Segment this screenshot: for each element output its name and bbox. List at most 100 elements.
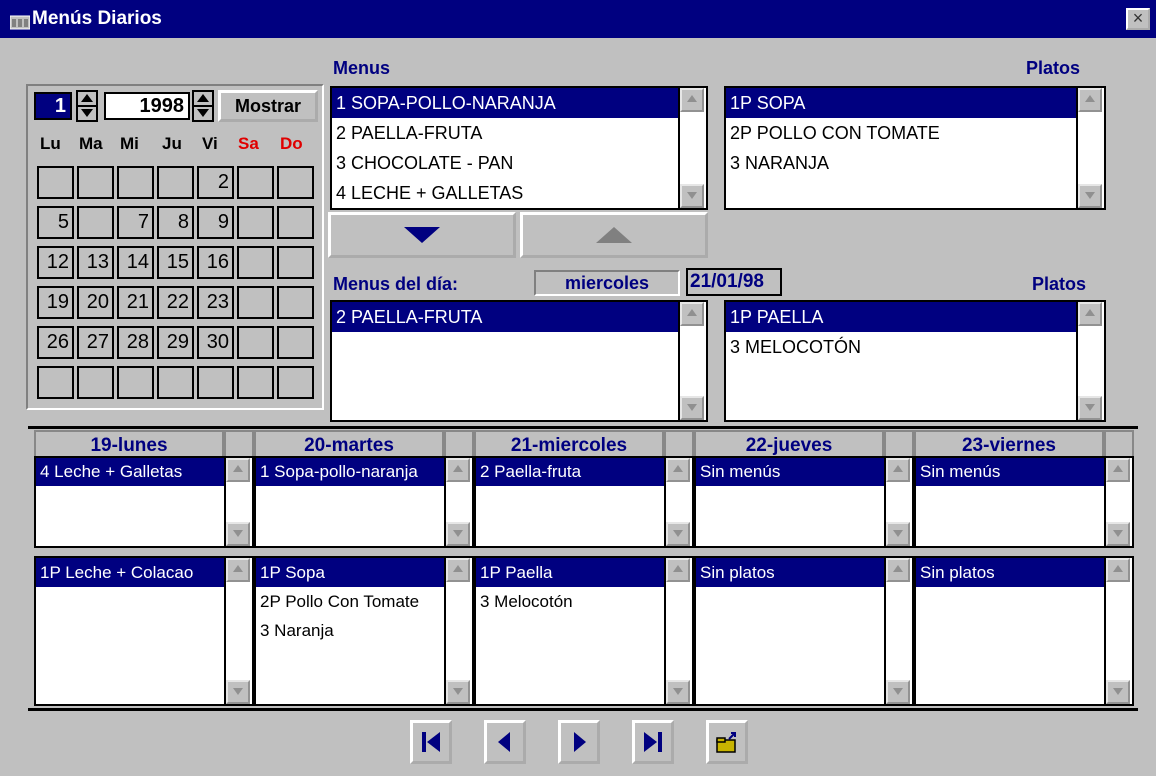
day-platos-list[interactable]: 1P Leche + Colacao <box>34 556 254 706</box>
list-item[interactable]: Sin platos <box>696 558 884 587</box>
scroll-down-button[interactable] <box>446 522 470 546</box>
scrollbar[interactable] <box>678 302 706 420</box>
scroll-up-button[interactable] <box>226 558 250 582</box>
calendar-day-cell[interactable]: 14 <box>117 246 154 279</box>
calendar-day-cell[interactable] <box>157 366 194 399</box>
day-menus-list[interactable]: Sin menús <box>694 456 914 548</box>
calendar-day-cell[interactable]: 5 <box>37 206 74 239</box>
scrollbar[interactable] <box>884 458 912 546</box>
scrollbar[interactable] <box>224 458 252 546</box>
month-spinner[interactable] <box>76 90 98 122</box>
year-field[interactable]: 1998 <box>104 92 190 120</box>
calendar-day-cell[interactable]: 20 <box>77 286 114 319</box>
scroll-down-button[interactable] <box>226 522 250 546</box>
calendar-day-cell[interactable] <box>277 286 314 319</box>
scrollbar[interactable] <box>1104 458 1132 546</box>
scroll-up-button[interactable] <box>666 558 690 582</box>
spin-down-icon[interactable] <box>78 105 96 120</box>
scroll-up-button[interactable] <box>446 458 470 482</box>
list-item[interactable]: 1 Sopa-pollo-naranja <box>256 458 444 486</box>
scrollbar[interactable] <box>1076 88 1104 208</box>
calendar-day-cell[interactable]: 28 <box>117 326 154 359</box>
platos-list[interactable]: 1P SOPA 2P POLLO CON TOMATE 3 NARANJA <box>724 86 1106 210</box>
menus-dia-list[interactable]: 2 PAELLA-FRUTA <box>330 300 708 422</box>
scrollbar[interactable] <box>444 558 472 704</box>
scroll-up-button[interactable] <box>1106 558 1130 582</box>
list-item[interactable]: Sin menús <box>916 458 1104 486</box>
calendar-day-cell[interactable]: 29 <box>157 326 194 359</box>
list-item[interactable]: 1P Sopa <box>256 558 444 587</box>
calendar-day-cell[interactable]: 12 <box>37 246 74 279</box>
calendar-day-cell[interactable]: 26 <box>37 326 74 359</box>
list-item[interactable]: 2 PAELLA-FRUTA <box>332 302 678 332</box>
scroll-up-button[interactable] <box>666 458 690 482</box>
calendar-day-cell[interactable] <box>157 166 194 199</box>
calendar-day-cell[interactable]: 15 <box>157 246 194 279</box>
calendar-day-cell[interactable] <box>237 166 274 199</box>
scroll-down-button[interactable] <box>226 680 250 704</box>
scroll-down-button[interactable] <box>1078 184 1102 208</box>
add-menu-button[interactable] <box>328 212 516 258</box>
scroll-up-button[interactable] <box>446 558 470 582</box>
calendar-day-cell[interactable] <box>277 206 314 239</box>
first-week-button[interactable] <box>410 720 452 764</box>
calendar-day-cell[interactable] <box>277 366 314 399</box>
calendar-day-cell[interactable] <box>237 206 274 239</box>
scroll-up-button[interactable] <box>680 302 704 326</box>
scroll-up-button[interactable] <box>886 458 910 482</box>
calendar-day-cell[interactable] <box>237 246 274 279</box>
previous-week-button[interactable] <box>484 720 526 764</box>
list-item[interactable]: 2 Paella-fruta <box>476 458 664 486</box>
list-item[interactable]: 2P Pollo Con Tomate <box>256 587 444 616</box>
scroll-up-button[interactable] <box>226 458 250 482</box>
calendar-day-cell[interactable]: 16 <box>197 246 234 279</box>
calendar-day-cell[interactable] <box>197 366 234 399</box>
scrollbar[interactable] <box>1104 558 1132 704</box>
list-item[interactable]: 2P POLLO CON TOMATE <box>726 118 1076 148</box>
scroll-down-button[interactable] <box>886 680 910 704</box>
calendar-day-cell[interactable]: 23 <box>197 286 234 319</box>
list-item[interactable]: 1 SOPA-POLLO-NARANJA <box>332 88 678 118</box>
scrollbar[interactable] <box>884 558 912 704</box>
list-item[interactable]: 3 CHOCOLATE - PAN <box>332 148 678 178</box>
scroll-down-button[interactable] <box>446 680 470 704</box>
scroll-down-button[interactable] <box>666 680 690 704</box>
list-item[interactable]: 1P SOPA <box>726 88 1076 118</box>
scrollbar[interactable] <box>664 558 692 704</box>
list-item[interactable]: 3 Melocotón <box>476 587 664 616</box>
list-item[interactable]: 1P Paella <box>476 558 664 587</box>
calendar-day-cell[interactable]: 27 <box>77 326 114 359</box>
list-item[interactable]: 3 MELOCOTÓN <box>726 332 1076 362</box>
calendar-day-cell[interactable] <box>77 166 114 199</box>
list-item[interactable]: 2 PAELLA-FRUTA <box>332 118 678 148</box>
exit-button[interactable] <box>706 720 748 764</box>
calendar-day-cell[interactable] <box>237 326 274 359</box>
calendar-day-cell[interactable] <box>117 166 154 199</box>
day-platos-list[interactable]: 1P Paella 3 Melocotón <box>474 556 694 706</box>
calendar-day-cell[interactable]: 21 <box>117 286 154 319</box>
scrollbar[interactable] <box>664 458 692 546</box>
scroll-down-button[interactable] <box>1078 396 1102 420</box>
scrollbar[interactable] <box>678 88 706 208</box>
day-menus-list[interactable]: 4 Leche + Galletas <box>34 456 254 548</box>
day-menus-list[interactable]: 1 Sopa-pollo-naranja <box>254 456 474 548</box>
calendar-day-cell[interactable]: 9 <box>197 206 234 239</box>
scroll-up-button[interactable] <box>680 88 704 112</box>
calendar-day-cell[interactable]: 19 <box>37 286 74 319</box>
list-item[interactable]: 4 Leche + Galletas <box>36 458 224 486</box>
day-platos-list[interactable]: Sin platos <box>914 556 1134 706</box>
scrollbar[interactable] <box>444 458 472 546</box>
day-menus-list[interactable]: Sin menús <box>914 456 1134 548</box>
scrollbar[interactable] <box>224 558 252 704</box>
scroll-up-button[interactable] <box>1106 458 1130 482</box>
calendar-day-cell[interactable] <box>37 366 74 399</box>
next-week-button[interactable] <box>558 720 600 764</box>
calendar-day-cell[interactable] <box>237 366 274 399</box>
calendar-day-cell[interactable]: 13 <box>77 246 114 279</box>
show-button[interactable]: Mostrar <box>218 90 318 122</box>
scroll-up-button[interactable] <box>1078 302 1102 326</box>
scroll-up-button[interactable] <box>886 558 910 582</box>
spin-up-icon[interactable] <box>78 92 96 105</box>
year-spinner[interactable] <box>192 90 214 122</box>
day-platos-list[interactable]: 1P Sopa 2P Pollo Con Tomate 3 Naranja <box>254 556 474 706</box>
